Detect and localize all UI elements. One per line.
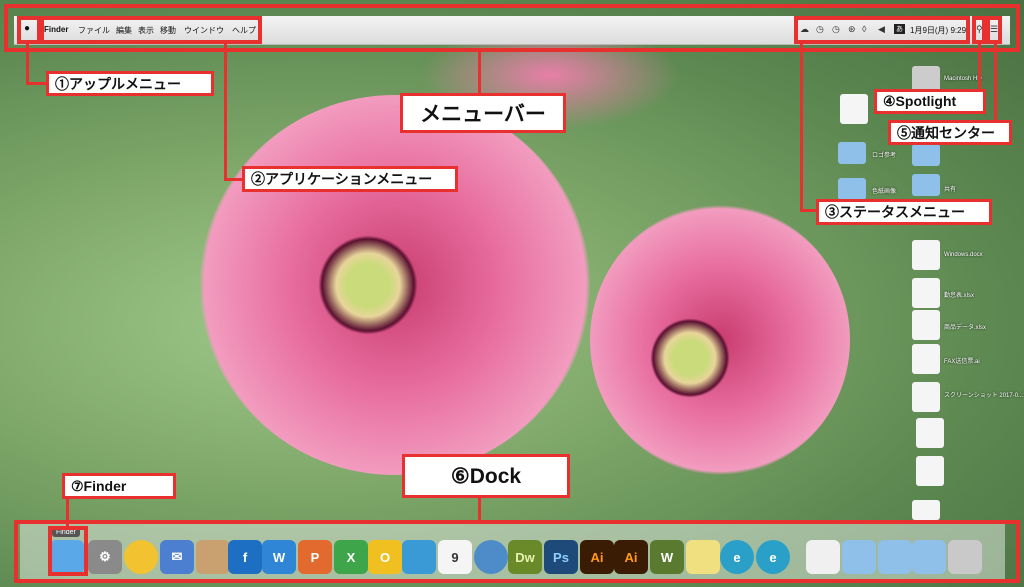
app-menu-outline xyxy=(40,16,262,44)
desktop-item-label: 共有 xyxy=(944,187,957,193)
connector xyxy=(224,44,227,180)
apple-menu-outline xyxy=(17,16,41,44)
notification-outline xyxy=(986,16,1002,44)
dock-outline xyxy=(14,520,1020,583)
desktop-item-label: 勤怠表.xlsx xyxy=(944,293,975,299)
connector xyxy=(994,44,997,124)
desktop-item-label: ロゴ参考 xyxy=(872,153,897,159)
desktop-item-label: FAX送信票.ai xyxy=(944,359,980,365)
connector xyxy=(26,82,48,85)
screenshot-file-icon[interactable] xyxy=(912,500,940,520)
folder-icon[interactable] xyxy=(838,142,866,164)
finder-callout: ⑦Finder xyxy=(62,473,176,499)
desktop-item-label: Windows.docx xyxy=(944,252,983,258)
shared-folder-icon[interactable] xyxy=(912,174,940,196)
document-icon[interactable] xyxy=(912,344,940,374)
finder-outline xyxy=(48,526,88,576)
screenshot-file-icon[interactable] xyxy=(912,382,940,412)
desktop-item-label: 色紙画像 xyxy=(872,189,897,195)
desktop-item-label: 商品データ.xlsx xyxy=(944,325,987,331)
spotlight-callout: ④Spotlight xyxy=(874,89,986,114)
connector xyxy=(224,178,244,181)
status-menu-callout: ③ステータスメニュー xyxy=(816,199,992,225)
folder-icon[interactable] xyxy=(912,144,940,166)
connector xyxy=(800,44,803,212)
menubar-callout: メニューバー xyxy=(400,93,566,133)
status-menu-outline xyxy=(794,16,970,44)
spreadsheet-icon[interactable] xyxy=(912,278,940,308)
connector xyxy=(478,52,481,94)
document-icon[interactable] xyxy=(916,456,944,486)
document-icon[interactable] xyxy=(840,94,868,124)
document-icon[interactable] xyxy=(912,240,940,270)
apple-menu-callout: ①アップルメニュー xyxy=(46,71,214,96)
notification-callout: ⑤通知センター xyxy=(888,120,1012,145)
connector xyxy=(478,496,481,522)
app-menu-callout: ②アプリケーションメニュー xyxy=(242,166,458,192)
flower-right-center xyxy=(650,318,730,398)
spotlight-outline xyxy=(972,16,986,44)
document-icon[interactable] xyxy=(912,310,940,340)
dock-callout: ⑥Dock xyxy=(402,454,570,498)
desktop-item-label: Macintosh HD xyxy=(944,76,982,82)
flower-left-center xyxy=(318,235,418,335)
document-icon[interactable] xyxy=(916,418,944,448)
folder-icon[interactable] xyxy=(838,178,866,200)
connector xyxy=(26,44,29,84)
desktop-item-label: スクリーンショット 2017-0...10.png xyxy=(944,393,1024,399)
